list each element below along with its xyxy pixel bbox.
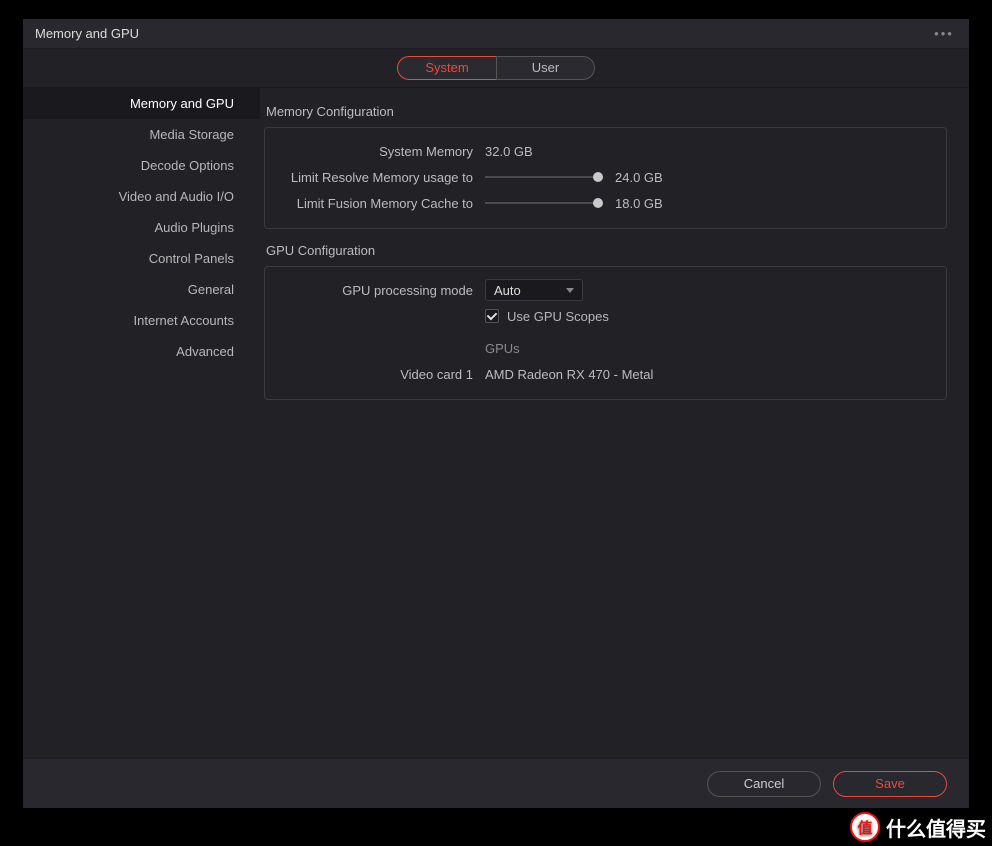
- tab-system[interactable]: System: [397, 56, 496, 80]
- sidebar-item-audio-plugins[interactable]: Audio Plugins: [23, 212, 260, 243]
- sidebar-item-general[interactable]: General: [23, 274, 260, 305]
- chevron-down-icon: [566, 288, 574, 293]
- watermark-badge-icon: 值: [850, 812, 880, 842]
- slider-thumb[interactable]: [593, 198, 603, 208]
- sidebar-item-media-storage[interactable]: Media Storage: [23, 119, 260, 150]
- sidebar-item-video-and-audio-io[interactable]: Video and Audio I/O: [23, 181, 260, 212]
- sidebar-item-decode-options[interactable]: Decode Options: [23, 150, 260, 181]
- resolve-limit-label: Limit Resolve Memory usage to: [279, 170, 485, 185]
- titlebar: Memory and GPU •••: [23, 19, 969, 49]
- sidebar: Memory and GPU Media Storage Decode Opti…: [23, 88, 260, 758]
- resolve-memory-slider[interactable]: [485, 170, 603, 184]
- memory-section-title: Memory Configuration: [266, 104, 947, 119]
- slider-track: [485, 202, 603, 204]
- use-gpu-scopes-label: Use GPU Scopes: [507, 309, 609, 324]
- more-options-icon[interactable]: •••: [931, 19, 957, 49]
- body: Memory and GPU Media Storage Decode Opti…: [23, 88, 969, 758]
- resolve-limit-value: 24.0 GB: [615, 170, 663, 185]
- fusion-limit-label: Limit Fusion Memory Cache to: [279, 196, 485, 211]
- slider-track: [485, 176, 603, 178]
- system-user-segmented: System User: [397, 56, 595, 80]
- gpu-mode-label: GPU processing mode: [279, 283, 485, 298]
- gpu-section-title: GPU Configuration: [266, 243, 947, 258]
- gpus-header: GPUs: [485, 341, 520, 356]
- preferences-window: Memory and GPU ••• System User Memory an…: [23, 19, 969, 808]
- gpu-mode-value: Auto: [494, 283, 521, 298]
- footer: Cancel Save: [23, 758, 969, 808]
- sidebar-item-advanced[interactable]: Advanced: [23, 336, 260, 367]
- gpu-mode-select[interactable]: Auto: [485, 279, 583, 301]
- gpu-panel: GPU processing mode Auto Use GPU Scopes: [264, 266, 947, 400]
- window-title: Memory and GPU: [35, 19, 139, 49]
- use-gpu-scopes-checkbox[interactable]: [485, 309, 499, 323]
- system-memory-label: System Memory: [279, 144, 485, 159]
- cancel-button[interactable]: Cancel: [707, 771, 821, 797]
- fusion-limit-value: 18.0 GB: [615, 196, 663, 211]
- watermark-text: 什么值得买: [886, 813, 986, 842]
- slider-thumb[interactable]: [593, 172, 603, 182]
- main-pane: Memory Configuration System Memory 32.0 …: [260, 88, 969, 758]
- fusion-memory-slider[interactable]: [485, 196, 603, 210]
- tab-user[interactable]: User: [496, 56, 595, 80]
- memory-panel: System Memory 32.0 GB Limit Resolve Memo…: [264, 127, 947, 229]
- sidebar-item-internet-accounts[interactable]: Internet Accounts: [23, 305, 260, 336]
- system-memory-value: 32.0 GB: [485, 144, 533, 159]
- watermark: 值 什么值得买: [850, 812, 986, 842]
- video-card-1-label: Video card 1: [279, 367, 485, 382]
- video-card-1-value: AMD Radeon RX 470 - Metal: [485, 367, 653, 382]
- save-button[interactable]: Save: [833, 771, 947, 797]
- tab-bar: System User: [23, 49, 969, 88]
- sidebar-item-control-panels[interactable]: Control Panels: [23, 243, 260, 274]
- sidebar-item-memory-and-gpu[interactable]: Memory and GPU: [23, 88, 260, 119]
